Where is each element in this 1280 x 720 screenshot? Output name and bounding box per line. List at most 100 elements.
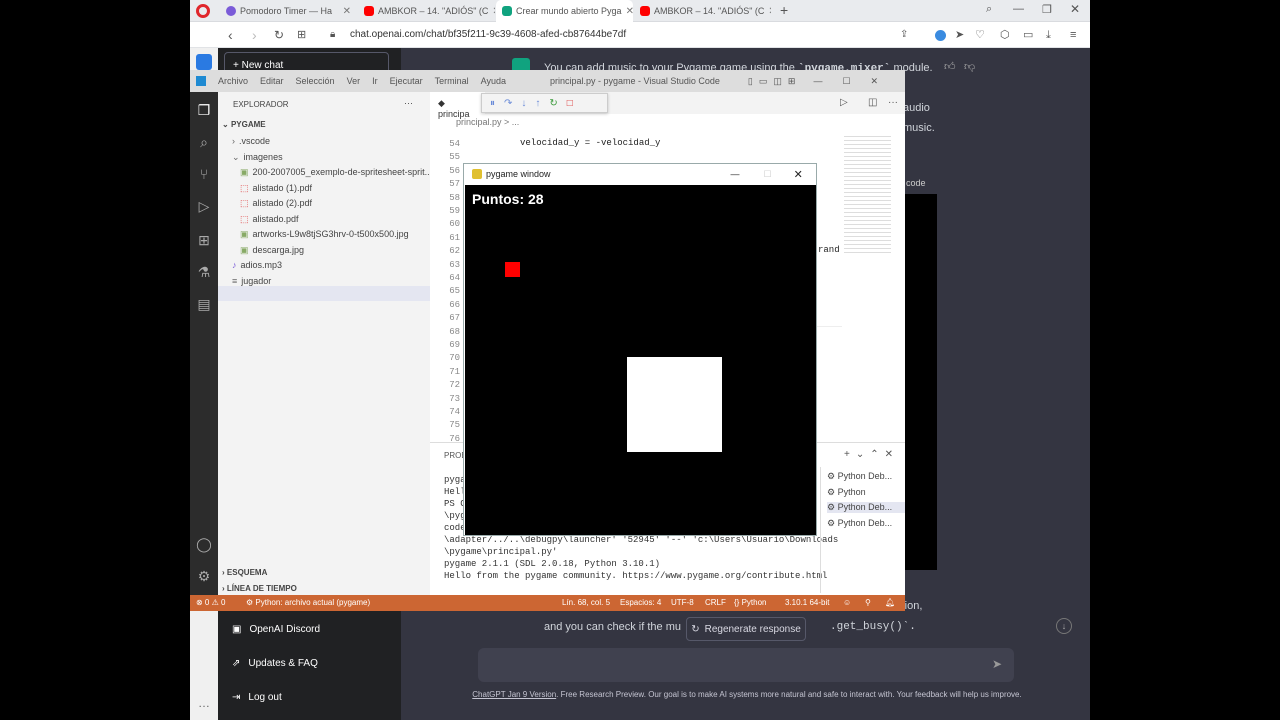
search-icon[interactable]: ⌕ <box>986 3 992 16</box>
game-canvas[interactable]: Puntos: 28 <box>465 185 816 535</box>
minimap[interactable] <box>840 130 895 330</box>
folder-root[interactable]: ⌄ PYGAME <box>222 120 266 129</box>
send-icon[interactable]: ➤ <box>992 657 1002 671</box>
more-icon[interactable]: … <box>198 696 210 710</box>
browser-tab[interactable]: AMBKOR – 14. "ADIÓS" (C✕ <box>358 0 495 22</box>
file-tree-item[interactable]: ⬚ alistado (1).pdf <box>240 183 312 194</box>
problems-status[interactable]: ⊗ 0 ⚠ 0 <box>196 598 225 607</box>
menu-ver[interactable]: Ver <box>347 76 361 86</box>
menu-icon[interactable]: ≡ <box>1070 27 1076 43</box>
wallet-icon[interactable]: ▭ <box>1023 27 1033 43</box>
logout-link[interactable]: ⇥ Log out <box>232 692 282 703</box>
grid-icon[interactable]: ⊞ <box>297 27 306 43</box>
interpreter-status[interactable]: ⚙ Python: archivo actual (pygame) <box>246 598 370 607</box>
search-icon[interactable]: ⌕ <box>196 134 212 150</box>
heart-icon[interactable]: ♡ <box>975 27 985 43</box>
file-tree-item[interactable]: ♪ adios.mp3 <box>232 260 282 270</box>
box-icon[interactable]: ⬡ <box>1000 27 1010 43</box>
remote-icon[interactable]: ▤ <box>196 296 212 312</box>
restore-icon[interactable]: ❐ <box>1042 3 1052 16</box>
broadcast-icon[interactable]: ⚲ <box>865 598 871 607</box>
menu-ejecutar[interactable]: Ejecutar <box>390 76 423 86</box>
file-tree-item[interactable]: ⬚ alistado.pdf <box>240 214 299 225</box>
new-tab-button[interactable]: + <box>780 2 788 18</box>
file-tree-item[interactable]: › .vscode <box>232 136 270 146</box>
feedback-icon[interactable]: ☺ <box>843 598 851 607</box>
stop-icon[interactable]: □ <box>567 98 573 109</box>
close-tab-icon[interactable]: ✕ <box>339 6 351 17</box>
language-status[interactable]: {} Python <box>734 598 766 607</box>
step-out-icon[interactable]: ↑ <box>535 98 540 109</box>
run-icon[interactable]: ▷ <box>840 97 848 108</box>
chat-input[interactable]: ➤ <box>478 648 1014 682</box>
run-debug-icon[interactable]: ▷ <box>196 198 212 214</box>
more-actions-icon[interactable]: ··· <box>888 97 898 108</box>
thumbs-up-icon[interactable]: 👍︎ <box>944 60 956 73</box>
terminal-instance[interactable]: ⚙ Python Deb... <box>827 471 892 482</box>
terminal-instance[interactable]: ⚙ Python Deb... <box>827 518 892 529</box>
discord-link[interactable]: ▣ OpenAI Discord <box>232 624 320 635</box>
eol-status[interactable]: CRLF <box>705 598 726 607</box>
encoding-status[interactable]: UTF-8 <box>671 598 694 607</box>
thumbs-down-icon[interactable]: 👎︎ <box>964 60 975 73</box>
indentation-status[interactable]: Espacios: 4 <box>620 598 661 607</box>
menu-seleccion[interactable]: Selección <box>296 76 335 86</box>
minimize-icon[interactable]: — <box>813 76 822 86</box>
download-icon[interactable]: ⤓ <box>1046 27 1051 43</box>
close-icon[interactable]: ✕ <box>1070 2 1080 16</box>
panel-actions[interactable]: +⌄⌃✕ <box>844 449 899 460</box>
terminal-instance[interactable]: ⚙ Python Deb... <box>827 502 905 513</box>
regenerate-button[interactable]: ↻ Regenerate response <box>686 617 806 641</box>
menu-terminal[interactable]: Terminal <box>435 76 469 86</box>
menu-archivo[interactable]: Archivo <box>218 76 248 86</box>
browser-tab[interactable]: AMBKOR – 14. "ADIÓS" (C✕ <box>634 0 771 22</box>
python-version[interactable]: 3.10.1 64-bit <box>785 598 829 607</box>
testing-icon[interactable]: ⚗ <box>196 264 212 280</box>
file-tree-item[interactable]: ▣ artworks-L9w8tjSG3hrv-0-t500x500.jpg <box>240 229 409 240</box>
send-icon[interactable]: ➤ <box>955 27 964 43</box>
close-icon[interactable]: ✕ <box>871 76 879 87</box>
tab-principal[interactable]: ◆ principa <box>430 92 485 119</box>
step-into-icon[interactable]: ↓ <box>521 98 526 109</box>
close-tab-icon[interactable]: ✕ <box>764 6 771 17</box>
file-tree-item[interactable]: ▣ descarga.jpg <box>240 245 304 256</box>
settings-gear-icon[interactable]: ⚙ <box>196 568 212 584</box>
home-icon[interactable] <box>196 54 212 70</box>
file-tree-item[interactable]: ≡ jugador <box>232 276 271 286</box>
extensions-icon[interactable]: ⊞ <box>196 232 212 248</box>
version-link[interactable]: ChatGPT Jan 9 Version <box>472 690 556 699</box>
close-icon[interactable]: ✕ <box>794 168 803 181</box>
breadcrumb[interactable]: principal.py > ... <box>456 117 519 127</box>
updates-link[interactable]: ⇗ Updates & FAQ <box>232 658 318 669</box>
maximize-icon[interactable]: ☐ <box>842 76 850 87</box>
scroll-down-icon[interactable]: ↓ <box>1056 618 1072 634</box>
menu-ir[interactable]: Ir <box>372 76 378 86</box>
timeline-section[interactable]: › LÍNEA DE TIEMPO <box>222 584 297 593</box>
cursor-position[interactable]: Lín. 68, col. 5 <box>562 598 610 607</box>
opera-logo-icon[interactable] <box>196 4 210 18</box>
minimize-icon[interactable]: — <box>1013 3 1024 15</box>
more-actions-icon[interactable]: ··· <box>404 98 413 108</box>
source-control-icon[interactable]: ⑂ <box>196 166 212 182</box>
url-field[interactable]: chat.openai.com/chat/bf35f211-9c39-4608-… <box>350 29 626 40</box>
bell-icon[interactable]: 🔔︎ <box>885 598 895 607</box>
minimize-icon[interactable]: — <box>731 169 740 179</box>
restart-icon[interactable]: ↻ <box>549 98 557 109</box>
vpn-icon[interactable] <box>935 30 946 41</box>
pause-icon[interactable]: ⏸︎ <box>490 98 495 109</box>
browser-tab[interactable]: Pomodoro Timer — Ha ✕ <box>220 0 357 22</box>
close-tab-icon[interactable]: ✕ <box>488 6 495 17</box>
reload-icon[interactable]: ↻ <box>274 27 284 43</box>
file-tree-item[interactable]: ▣ 200-2007005_exemplo-de-spritesheet-spri… <box>240 167 432 178</box>
browser-tab-active[interactable]: Crear mundo abierto Pyga ✕ <box>496 0 633 22</box>
step-over-icon[interactable]: ↷ <box>504 98 512 109</box>
account-icon[interactable]: ◯ <box>196 536 212 552</box>
layout-icons[interactable]: ▯▭◫⊞ <box>748 76 802 87</box>
back-icon[interactable]: ‹ <box>228 27 233 43</box>
menu-ayuda[interactable]: Ayuda <box>481 76 506 86</box>
file-tree-item[interactable]: ⌄ imagenes <box>232 152 283 163</box>
files-icon[interactable]: ❐ <box>196 102 212 118</box>
terminal-instance[interactable]: ⚙ Python <box>827 487 866 498</box>
file-tree-item[interactable]: ⬚ alistado (2).pdf <box>240 198 312 209</box>
forward-icon[interactable]: › <box>252 27 257 43</box>
